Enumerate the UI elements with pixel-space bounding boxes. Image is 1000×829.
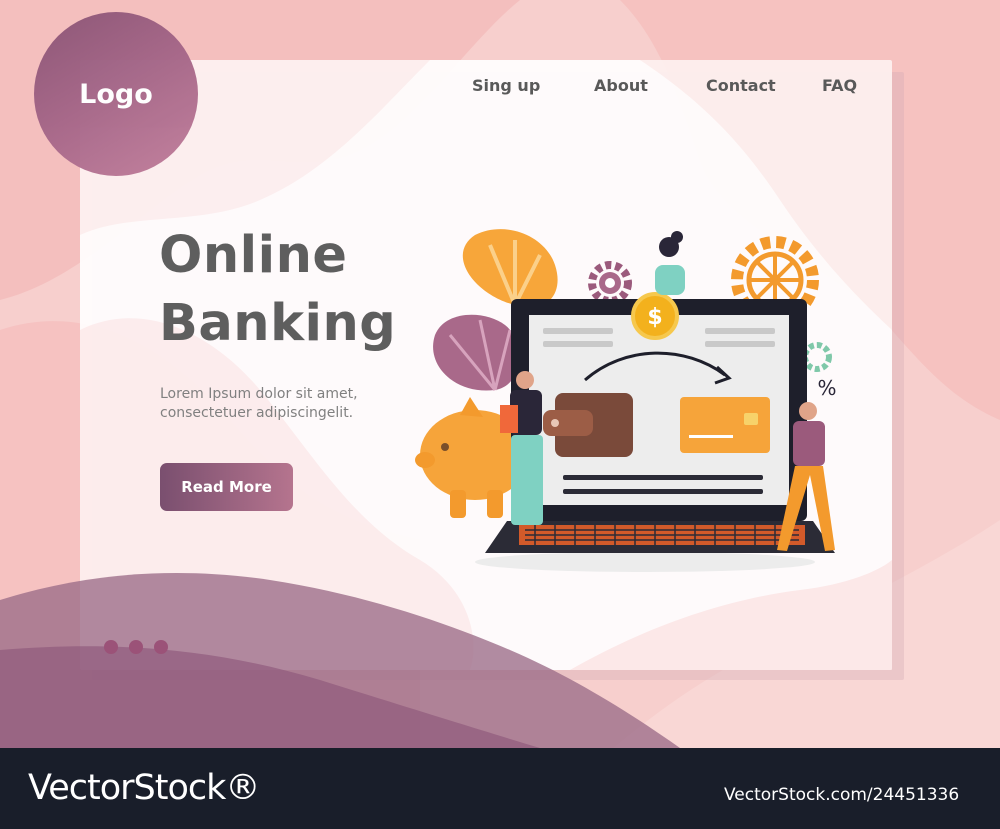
nav-faq-link[interactable]: FAQ [822, 76, 857, 98]
nav-contact-link[interactable]: Contact [706, 76, 776, 98]
leaf-orange-icon [462, 229, 558, 308]
slider-dot-2[interactable] [129, 640, 143, 654]
landing-page: Logo Sing up About Contact FAQ Online Ba… [0, 0, 1000, 829]
hero-description-line1: Lorem Ipsum dolor sit amet, [160, 386, 358, 402]
credit-card-icon [680, 397, 770, 453]
watermark-brand: VectorStock® [28, 768, 260, 808]
logo[interactable]: Logo [34, 12, 198, 176]
woman-figure-icon [655, 231, 685, 295]
hero-title: Online Banking [159, 222, 396, 358]
nav-signup-link[interactable]: Sing up [472, 76, 540, 98]
hero-title-line1: Online [159, 226, 348, 285]
slider-dot-1[interactable] [104, 640, 118, 654]
logo-text: Logo [79, 78, 153, 110]
hero-description: Lorem Ipsum dolor sit amet, consectetuer… [160, 385, 358, 423]
percent-sign: % [817, 376, 836, 400]
leaf-purple-icon [433, 314, 519, 391]
coin-icon: $ [631, 292, 679, 340]
gear-teal-icon [802, 342, 832, 372]
slider-dots [104, 640, 168, 654]
svg-text:$: $ [647, 305, 662, 330]
online-banking-illustration: $ % [415, 229, 837, 572]
nav-about-link[interactable]: About [594, 76, 648, 98]
hero-description-line2: consectetuer adipiscingelit. [160, 405, 354, 421]
gear-purple-icon [588, 261, 632, 305]
slider-dot-3[interactable] [154, 640, 168, 654]
read-more-button[interactable]: Read More [160, 463, 293, 511]
hero-title-line2: Banking [159, 294, 397, 353]
watermark-image-id: VectorStock.com/24451336 [724, 785, 960, 805]
wallet-icon [543, 393, 633, 457]
